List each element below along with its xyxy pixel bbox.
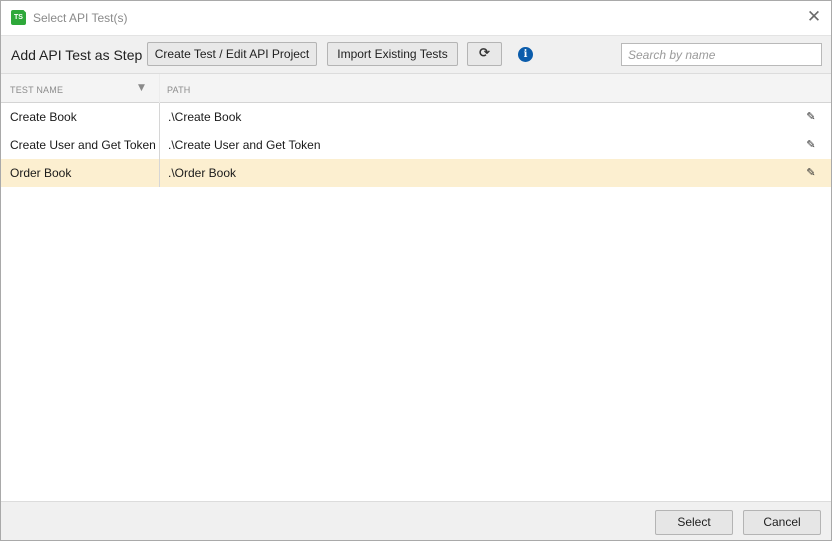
search-input[interactable] (621, 43, 822, 66)
column-header-test-name[interactable]: TEST NAME (10, 84, 63, 96)
toolbar: Add API Test as Step Create Test / Edit … (1, 35, 831, 73)
table-row[interactable]: Create Book .\Create Book ✎ (1, 103, 831, 131)
select-button[interactable]: Select (655, 510, 733, 535)
filter-icon[interactable]: ▼ (138, 83, 148, 93)
refresh-button[interactable]: ⟳ (467, 42, 502, 66)
import-existing-tests-button[interactable]: Import Existing Tests (327, 42, 458, 66)
window-title: Select API Test(s) (33, 11, 128, 25)
app-icon-text: TS (14, 14, 23, 21)
path-cell: .\Create User and Get Token (168, 138, 321, 152)
refresh-icon: ⟳ (479, 46, 490, 61)
edit-pencil-icon[interactable]: ✎ (804, 138, 818, 152)
test-name-cell: Create Book (10, 110, 77, 124)
test-name-cell: Order Book (10, 166, 72, 180)
grid-header: TEST NAME ▼ PATH (1, 73, 831, 103)
tests-grid: Create Book .\Create Book ✎ Create User … (1, 103, 831, 501)
cancel-button[interactable]: Cancel (743, 510, 821, 535)
column-header-path[interactable]: PATH (167, 84, 190, 96)
test-name-cell: Create User and Get Token (10, 138, 156, 152)
table-row-selected[interactable]: Order Book .\Order Book ✎ (1, 159, 831, 187)
close-icon[interactable]: ✕ (805, 8, 823, 26)
column-divider (159, 103, 160, 187)
select-api-tests-dialog: TS Select API Test(s) ✕ Add API Test as … (0, 0, 832, 541)
column-divider[interactable] (159, 74, 160, 103)
edit-pencil-icon[interactable]: ✎ (804, 166, 818, 180)
toolbar-title: Add API Test as Step (11, 47, 143, 63)
path-cell: .\Order Book (168, 166, 237, 180)
create-test-edit-api-project-button[interactable]: Create Test / Edit API Project (147, 42, 317, 66)
testsigma-app-icon: TS (11, 10, 26, 25)
table-row[interactable]: Create User and Get Token .\Create User … (1, 131, 831, 159)
info-icon[interactable]: i (518, 47, 533, 62)
title-bar: TS Select API Test(s) ✕ (1, 1, 831, 35)
dialog-footer: Select Cancel (1, 501, 831, 540)
path-cell: .\Create Book (168, 110, 242, 124)
edit-pencil-icon[interactable]: ✎ (804, 110, 818, 124)
